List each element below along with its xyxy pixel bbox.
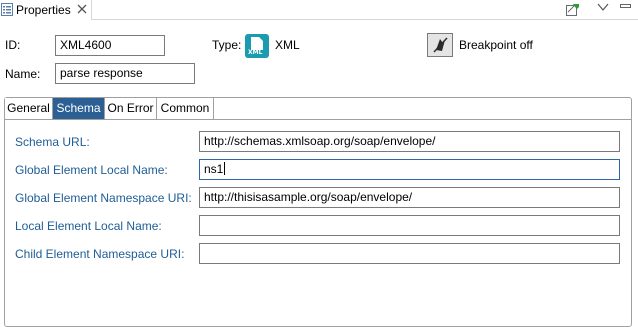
view-menu-icon[interactable] <box>597 2 609 12</box>
global-element-local-name-value: ns1 <box>204 162 224 176</box>
type-label: Type: <box>212 38 242 52</box>
local-element-local-name-field[interactable] <box>199 215 620 236</box>
tab-separator <box>5 119 631 120</box>
tab-on-error[interactable]: On Error <box>105 98 157 119</box>
pin-editor-icon[interactable] <box>565 1 581 17</box>
type-value: XML <box>275 38 300 52</box>
breakpoint-label: Breakpoint off <box>459 38 533 52</box>
id-label: ID: <box>5 38 21 52</box>
local-element-local-name-label: Local Element Local Name: <box>15 219 162 233</box>
breakpoint-toggle-button[interactable] <box>427 33 453 57</box>
name-label: Name: <box>5 67 41 81</box>
close-icon[interactable] <box>76 3 88 15</box>
child-element-namespace-uri-field[interactable] <box>199 243 620 264</box>
tab-common[interactable]: Common <box>157 98 214 119</box>
properties-icon <box>1 3 13 16</box>
tab-schema[interactable]: Schema <box>53 98 105 119</box>
minimize-icon[interactable] <box>620 4 631 8</box>
global-element-local-name-field[interactable]: ns1 <box>199 159 620 180</box>
properties-view-tab[interactable]: Properties <box>0 0 92 20</box>
global-element-namespace-uri-label: Global Element Namespace URI: <box>15 191 192 205</box>
global-element-local-name-label: Global Element Local Name: <box>15 163 168 177</box>
xml-type-icon-text: XML <box>248 49 263 56</box>
schema-url-label: Schema URL: <box>15 135 90 149</box>
child-element-namespace-uri-label: Child Element Namespace URI: <box>15 247 185 261</box>
global-element-namespace-uri-field[interactable]: http://thisisasample.org/soap/envelope/ <box>199 187 620 208</box>
name-field[interactable]: parse response <box>55 63 195 84</box>
xml-type-icon: XML <box>245 34 269 58</box>
tab-general[interactable]: General <box>5 98 53 119</box>
breakpoint-off-icon <box>433 37 448 53</box>
id-field[interactable]: XML4600 <box>55 35 165 56</box>
text-caret <box>224 162 226 175</box>
view-title: Properties <box>16 3 71 17</box>
schema-url-field[interactable]: http://schemas.xmlsoap.org/soap/envelope… <box>199 131 620 152</box>
properties-view-titlebar: Properties <box>0 0 638 20</box>
